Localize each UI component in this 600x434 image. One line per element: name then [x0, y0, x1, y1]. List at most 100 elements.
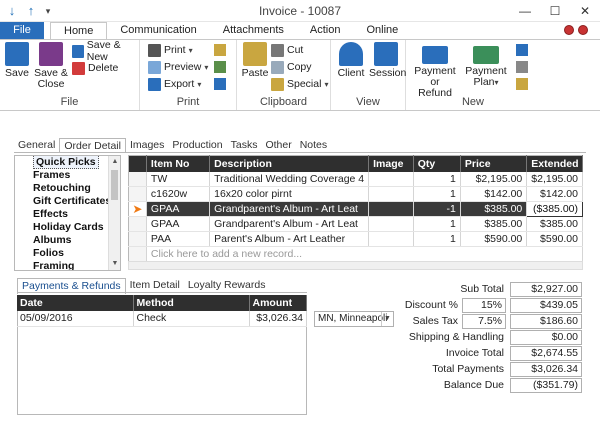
price-cell[interactable]: $2,195.00 — [460, 171, 528, 187]
list-item[interactable]: Retouching — [15, 182, 120, 195]
preview-button[interactable]: Preview ▾ — [148, 59, 208, 75]
new-record-placeholder[interactable]: Click here to add a new record... — [146, 246, 584, 262]
table-row[interactable]: PAA Parent's Album - Art Leather 1 $590.… — [128, 231, 583, 247]
column-header[interactable]: Image — [368, 155, 414, 172]
copy-button[interactable]: Copy — [271, 59, 312, 75]
extended-cell[interactable]: $2,195.00 — [526, 171, 583, 187]
price-cell[interactable]: $142.00 — [460, 186, 528, 202]
tab-attachments[interactable]: Attachments — [210, 22, 297, 39]
table-row[interactable]: c1620w 16x20 color pirnt 1 $142.00 $142.… — [128, 186, 583, 202]
item-no-cell[interactable]: c1620w — [146, 186, 211, 202]
item-no-cell[interactable]: GPAA — [146, 201, 211, 217]
discount-percent-input[interactable]: 15% — [462, 298, 506, 313]
client-button[interactable]: Client — [336, 42, 366, 79]
tab-notes[interactable]: Notes — [296, 138, 331, 153]
delete-button[interactable]: Delete — [72, 60, 118, 76]
tab-order-detail[interactable]: Order Detail — [59, 138, 126, 153]
new-task-icon[interactable] — [516, 78, 528, 90]
image-cell[interactable] — [368, 171, 414, 187]
list-item[interactable]: Gift Certificates — [15, 195, 120, 208]
image-cell[interactable] — [368, 216, 414, 232]
extended-cell[interactable]: ($385.00) — [526, 201, 583, 217]
tab-online[interactable]: Online — [353, 22, 411, 39]
list-item[interactable]: Holiday Cards — [15, 221, 120, 234]
list-item[interactable]: Effects — [15, 208, 120, 221]
column-header[interactable]: Description — [209, 155, 370, 172]
table-row[interactable]: TW Traditional Wedding Coverage 4 1 $2,1… — [128, 171, 583, 187]
tab-images[interactable]: Images — [126, 138, 168, 153]
column-header[interactable]: Price — [460, 155, 528, 172]
minimize-button[interactable]: — — [510, 0, 540, 22]
column-header[interactable]: Extended — [526, 155, 583, 172]
amount-cell[interactable]: $3,026.34 — [249, 311, 307, 327]
shipping-value[interactable]: $0.00 — [510, 330, 582, 345]
qty-cell[interactable]: 1 — [413, 171, 461, 187]
category-scrollbar[interactable]: ▲ ▼ — [108, 156, 120, 270]
price-cell[interactable]: $385.00 — [460, 201, 528, 217]
column-header[interactable]: Amount — [249, 295, 307, 311]
maximize-button[interactable]: ☐ — [540, 0, 570, 22]
tab-production[interactable]: Production — [168, 138, 226, 153]
print-button[interactable]: Print ▾ — [148, 42, 193, 58]
qty-cell[interactable]: 1 — [413, 216, 461, 232]
payment-refund-button[interactable]: Payment or Refund — [412, 42, 458, 99]
status-dot-icon[interactable] — [564, 25, 574, 35]
special-button[interactable]: Special ▾ — [271, 76, 328, 92]
column-header[interactable]: Method — [133, 295, 250, 311]
list-item[interactable]: Folios — [15, 247, 120, 260]
scroll-thumb[interactable] — [111, 170, 118, 200]
image-cell[interactable] — [368, 231, 414, 247]
list-item[interactable]: Framing — [15, 260, 120, 270]
list-item[interactable]: Albums — [15, 234, 120, 247]
description-cell[interactable]: Traditional Wedding Coverage 4 — [209, 171, 370, 187]
close-button[interactable]: ✕ — [570, 0, 600, 22]
price-cell[interactable]: $385.00 — [460, 216, 528, 232]
list-item[interactable]: Quick Picks — [15, 156, 120, 169]
qty-cell[interactable]: -1 — [413, 201, 461, 217]
price-cell[interactable]: $590.00 — [460, 231, 528, 247]
label-print-icon[interactable] — [214, 61, 226, 73]
description-cell[interactable]: 16x20 color pirnt — [209, 186, 370, 202]
new-record-row[interactable]: Click here to add a new record... — [128, 246, 584, 262]
qty-cell[interactable]: 1 — [413, 231, 461, 247]
extended-cell[interactable]: $385.00 — [526, 216, 583, 232]
scroll-down-icon[interactable]: ▼ — [109, 258, 120, 270]
column-header[interactable]: Qty — [413, 155, 461, 172]
list-item[interactable]: Frames — [15, 169, 120, 182]
tab-communication[interactable]: Communication — [107, 22, 209, 39]
export-button[interactable]: Export ▾ — [148, 76, 201, 92]
extended-cell[interactable]: $142.00 — [526, 186, 583, 202]
date-cell[interactable]: 05/09/2016 — [17, 311, 134, 327]
item-no-cell[interactable]: GPAA — [146, 216, 211, 232]
table-row[interactable]: 05/09/2016 Check $3,026.34 — [17, 311, 307, 327]
column-header[interactable]: Date — [17, 295, 134, 311]
save-new-button[interactable]: Save & New — [72, 39, 139, 63]
table-row-selected[interactable]: ➤ GPAA Grandparent's Album - Art Leat -1… — [128, 201, 583, 217]
payment-plan-button[interactable]: Payment Plan▾ — [462, 42, 510, 88]
table-row[interactable]: GPAA Grandparent's Album - Art Leat 1 $3… — [128, 216, 583, 232]
session-button[interactable]: Session — [369, 42, 406, 79]
scroll-up-icon[interactable]: ▲ — [109, 156, 120, 168]
image-cell[interactable] — [368, 186, 414, 202]
items-horizontal-scrollbar[interactable] — [128, 261, 583, 270]
status-dot-icon[interactable] — [578, 25, 588, 35]
item-no-cell[interactable]: PAA — [146, 231, 211, 247]
tab-action[interactable]: Action — [297, 22, 354, 39]
tab-general[interactable]: General — [14, 138, 59, 153]
sales-tax-percent-input[interactable]: 7.5% — [462, 314, 506, 329]
cut-button[interactable]: Cut — [271, 42, 303, 58]
tab-home[interactable]: Home — [50, 22, 108, 39]
save-button[interactable]: Save — [4, 42, 30, 79]
description-cell[interactable]: Grandparent's Album - Art Leat — [209, 216, 370, 232]
item-no-cell[interactable]: TW — [146, 171, 211, 187]
column-header[interactable]: Item No — [146, 155, 211, 172]
layout-icon[interactable] — [214, 78, 226, 90]
extended-cell[interactable]: $590.00 — [526, 231, 583, 247]
paste-button[interactable]: Paste — [241, 42, 269, 79]
tab-other[interactable]: Other — [261, 138, 295, 153]
description-cell[interactable]: Grandparent's Album - Art Leat — [209, 201, 370, 217]
new-list-icon[interactable] — [516, 61, 528, 73]
tab-tasks[interactable]: Tasks — [227, 138, 262, 153]
method-cell[interactable]: Check — [133, 311, 250, 327]
qty-cell[interactable]: 1 — [413, 186, 461, 202]
